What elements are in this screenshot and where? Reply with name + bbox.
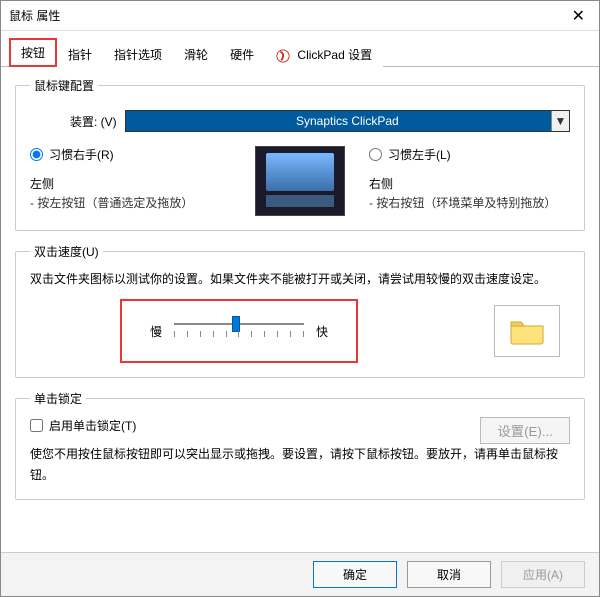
touchpad-preview-icon — [255, 146, 345, 216]
slider-fast-label: 快 — [316, 323, 328, 340]
mouse-properties-window: 鼠标 属性 ✕ 按钮 指针 指针选项 滑轮 硬件 ClickPad 设置 鼠标键… — [0, 0, 600, 597]
content-area: 鼠标键配置 装置: (V) Synaptics ClickPad ▼ 习惯右手(… — [1, 67, 599, 522]
tab-pointer[interactable]: 指针 — [57, 41, 103, 67]
click-lock-row: 启用单击锁定(T) 设置(E)... — [30, 417, 570, 444]
radio-left-handed[interactable]: 习惯左手(L) — [369, 146, 570, 163]
double-click-help: 双击文件夹图标以测试你的设置。如果文件夹不能被打开或关闭，请尝试用较慢的双击速度… — [30, 270, 570, 289]
window-title: 鼠标 属性 — [9, 7, 60, 24]
cancel-button[interactable]: 取消 — [407, 561, 491, 588]
tab-clickpad[interactable]: ClickPad 设置 — [265, 41, 383, 67]
titlebar: 鼠标 属性 ✕ — [1, 1, 599, 31]
radio-right-handed[interactable]: 习惯右手(R) — [30, 146, 231, 163]
click-lock-legend: 单击锁定 — [30, 390, 86, 407]
click-lock-desc: 使您不用按住鼠标按钮即可以突出显示或拖拽。要设置，请按下鼠标按钮。要放开，请再单… — [30, 444, 570, 485]
ok-button[interactable]: 确定 — [313, 561, 397, 588]
double-click-slider[interactable] — [174, 313, 304, 349]
button-config-group: 鼠标键配置 装置: (V) Synaptics ClickPad ▼ 习惯右手(… — [15, 77, 585, 231]
device-row: 装置: (V) Synaptics ClickPad ▼ — [70, 110, 570, 132]
close-icon[interactable]: ✕ — [566, 6, 591, 26]
tab-bar: 按钮 指针 指针选项 滑轮 硬件 ClickPad 设置 — [1, 31, 599, 67]
slider-slow-label: 慢 — [150, 323, 162, 340]
apply-button: 应用(A) — [501, 561, 585, 588]
enable-click-lock-checkbox[interactable] — [30, 419, 43, 432]
device-label: 装置: (V) — [70, 113, 117, 130]
left-side-desc: - 按左按钮（普通选定及拖放） — [30, 194, 231, 211]
double-click-group: 双击速度(U) 双击文件夹图标以测试你的设置。如果文件夹不能被打开或关闭，请尝试… — [15, 243, 585, 378]
clickpad-icon — [276, 49, 290, 63]
double-click-row: 慢 快 — [30, 299, 570, 363]
chevron-down-icon[interactable]: ▼ — [551, 111, 569, 131]
hand-and-preview: 习惯右手(R) 左侧 - 按左按钮（普通选定及拖放） 习惯左手(L) 右侧 — [30, 146, 570, 216]
tab-buttons[interactable]: 按钮 — [9, 38, 57, 67]
right-side-head: 右侧 — [369, 175, 570, 192]
click-lock-settings-button: 设置(E)... — [480, 417, 570, 444]
slider-ticks — [174, 331, 304, 341]
tab-pointer-options[interactable]: 指针选项 — [103, 41, 173, 67]
left-side-head: 左侧 — [30, 175, 231, 192]
radio-right-handed-input[interactable] — [30, 148, 43, 161]
dialog-footer: 确定 取消 应用(A) — [1, 552, 599, 596]
device-select[interactable]: Synaptics ClickPad ▼ — [125, 110, 570, 132]
click-lock-group: 单击锁定 启用单击锁定(T) 设置(E)... 使您不用按住鼠标按钮即可以突出显… — [15, 390, 585, 500]
slider-thumb[interactable] — [232, 316, 240, 332]
double-click-legend: 双击速度(U) — [30, 243, 103, 260]
radio-left-handed-input[interactable] — [369, 148, 382, 161]
tab-wheel[interactable]: 滑轮 — [173, 41, 219, 67]
button-config-legend: 鼠标键配置 — [30, 77, 98, 94]
tab-hardware[interactable]: 硬件 — [219, 41, 265, 67]
double-click-slider-highlight: 慢 快 — [120, 299, 358, 363]
device-select-value: Synaptics ClickPad — [296, 114, 399, 128]
folder-test-icon[interactable] — [494, 305, 560, 357]
enable-click-lock[interactable]: 启用单击锁定(T) — [30, 417, 136, 434]
right-side-desc: - 按右按钮（环境菜单及特别拖放） — [369, 194, 570, 211]
